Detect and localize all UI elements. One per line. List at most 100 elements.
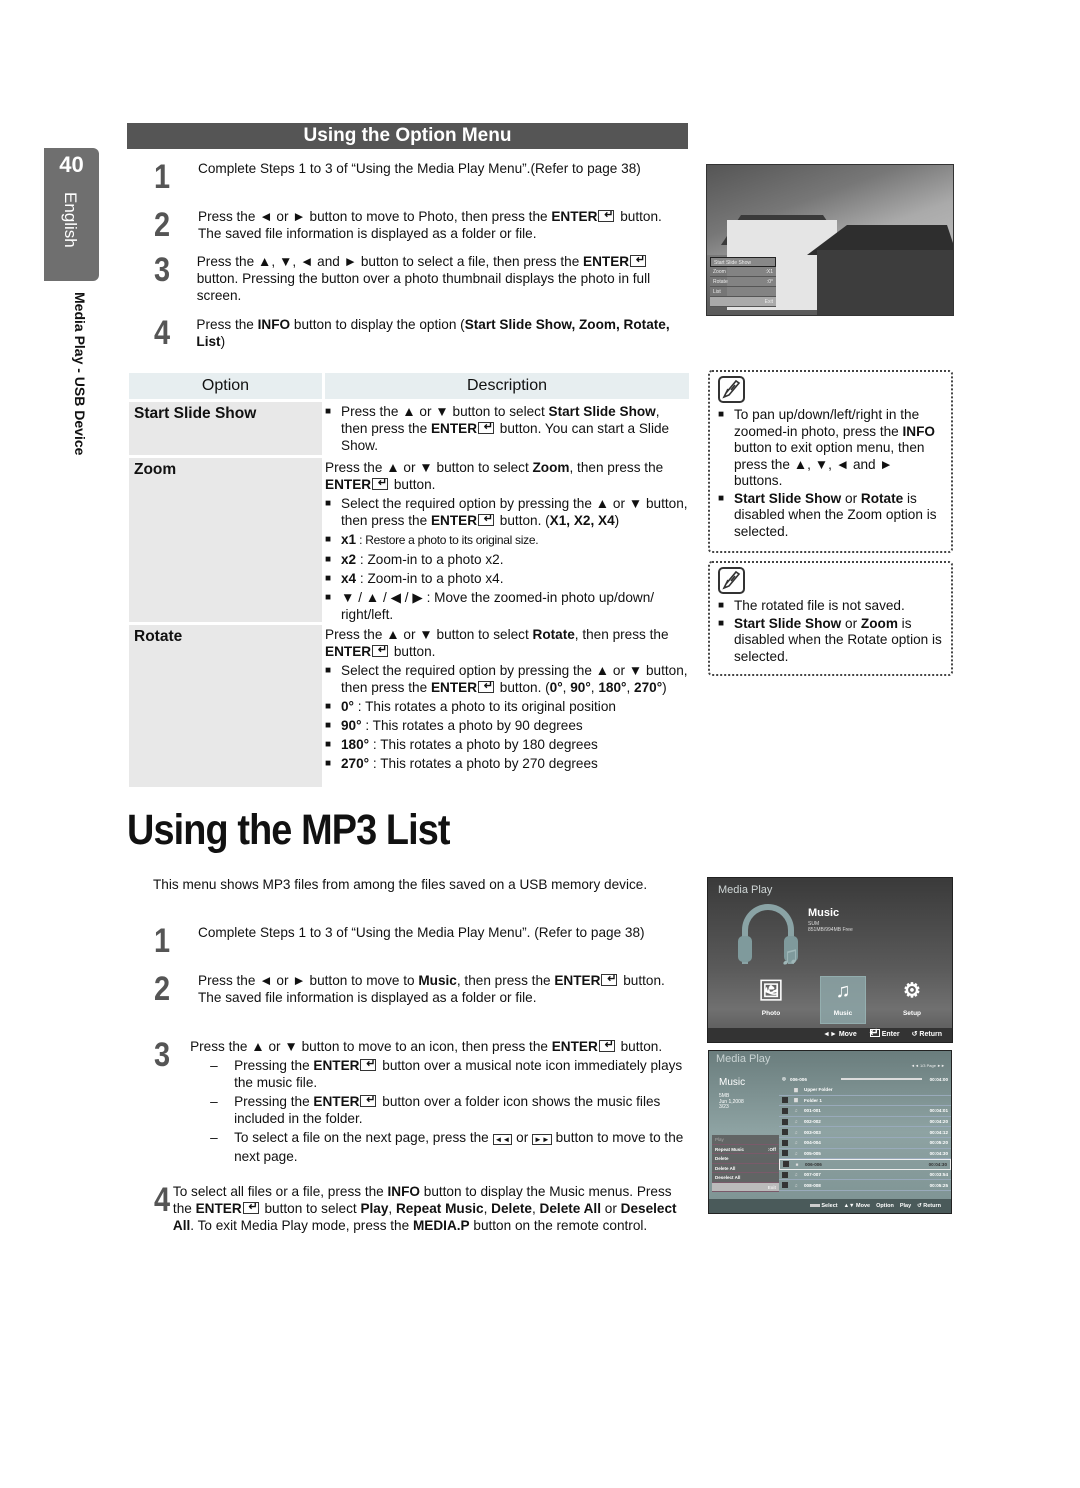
category-heading: Music [719, 1077, 746, 1088]
checkbox[interactable] [782, 1150, 788, 1157]
option-table: Option Description Start Slide Show ■ Pre… [129, 373, 689, 787]
file-row[interactable]: ♫ 005-005 00:04:30 [779, 1149, 951, 1160]
checkbox[interactable] [782, 1118, 788, 1125]
music-list-screen: Media Play ◄◄ 1/3 Page ►► Music 5MB Jun … [708, 1050, 952, 1214]
option-name: Start Slide Show [129, 402, 322, 455]
step-4: 4 Press the INFO button to display the o… [154, 316, 684, 350]
music-note-icon: ♫ [780, 940, 800, 970]
device-info: SUM 851MB/994MB Free [808, 921, 853, 933]
file-row[interactable]: ♫ 004-004 00:05:20 [779, 1138, 951, 1149]
note-pencil-icon [718, 376, 745, 403]
osd-item[interactable]: Start Slide Show [710, 257, 776, 267]
screen-title: Media Play [718, 884, 773, 896]
step-text: Press the INFO button to display the opt… [196, 317, 670, 349]
file-row[interactable]: ♫ 003-003 00:04:12 [779, 1127, 951, 1138]
option-osd-menu: Start Slide Show Zoom:X1 Rotate:0° List … [710, 257, 776, 307]
option-name: Rotate [129, 625, 322, 787]
checkbox[interactable] [782, 1139, 788, 1146]
step-number: 2 [154, 970, 171, 1008]
header-option: Option [129, 373, 322, 399]
menu-item-repeat[interactable]: Repeat Music:Off [712, 1145, 779, 1154]
select-key-icon [809, 1204, 820, 1208]
music-menu-item[interactable]: ♫ Music [820, 978, 866, 1017]
play-icon: ◎ [782, 1076, 787, 1081]
return-hint: ↺ Return [917, 1203, 941, 1209]
step-text: Press the ◄ or ► button to move to Music… [198, 971, 665, 1006]
step-1: 1 Complete Steps 1 to 3 of “Using the Me… [154, 160, 684, 194]
sub-item: – To select a file on the next page, pres… [210, 1130, 684, 1164]
osd-item[interactable]: List [710, 287, 776, 297]
screen-title: Media Play [716, 1053, 771, 1065]
table-row: Zoom Press the ▲ or ▼ button to select Z… [129, 458, 689, 622]
file-row[interactable]: ▆ Folder 1 [779, 1096, 951, 1107]
checkbox[interactable] [783, 1161, 789, 1168]
folder-icon: ▆ [794, 1086, 798, 1092]
checkbox[interactable] [782, 1107, 788, 1114]
move-hint: ◄► Move [823, 1031, 857, 1038]
language-label: English [61, 192, 80, 248]
enter-icon [242, 1199, 259, 1216]
music-note-icon: ♫ [794, 1182, 798, 1188]
file-row-selected[interactable]: ■ 006-006 00:04:30 [779, 1159, 951, 1170]
step-text: Press the ▲ or ▼ button to move to an ic… [190, 1037, 684, 1165]
page-number: 40 [59, 152, 84, 177]
file-row[interactable]: ♫ 007-007 00:03:54 [779, 1170, 951, 1181]
file-info: 5MB Jun 1,2008 3/23 [719, 1093, 744, 1110]
step-3: 3 Press the ▲, ▼, ◄ and ► button to sele… [154, 251, 684, 304]
menu-item-delete[interactable]: Delete [712, 1154, 779, 1164]
osd-exit[interactable]: Exit [710, 297, 776, 307]
header-description: Description [325, 373, 689, 399]
menu-item-delete-all[interactable]: Delete All [712, 1164, 779, 1173]
option-name: Zoom [129, 458, 322, 622]
music-note-icon: ♫ [794, 1140, 798, 1146]
sub-item: –Pressing the ENTER button over a musica… [210, 1056, 684, 1091]
menu-item-play[interactable]: Play [712, 1135, 779, 1145]
file-row[interactable]: ♫ 002-002 00:04:20 [779, 1117, 951, 1128]
intro-text: This menu shows MP3 files from among the… [153, 877, 648, 892]
enter-icon [360, 1056, 377, 1073]
side-tab: 40 English [44, 148, 99, 281]
enter-icon [478, 678, 495, 695]
file-row[interactable]: ▆ Upper Folder [779, 1085, 951, 1096]
music-note-icon: ♫ [794, 1119, 798, 1125]
step-4: 4 To select all files or a file, press t… [154, 1183, 684, 1234]
section-label: Media Play - USB Device [72, 292, 88, 456]
photo-menu-item[interactable]: 🖼 Photo [748, 978, 794, 1017]
enter-icon [478, 511, 495, 528]
music-icon: ♫ [835, 980, 851, 1002]
osd-item[interactable]: Zoom:X1 [710, 267, 776, 277]
step-text: Complete Steps 1 to 3 of “Using the Medi… [198, 161, 641, 176]
step-2: 2 Press the ◄ or ► button to move to Mus… [154, 970, 684, 1008]
option-hint: Option [876, 1203, 894, 1209]
osd-item[interactable]: Rotate:0° [710, 277, 776, 287]
checkbox[interactable] [782, 1097, 788, 1104]
step-1: 1 Complete Steps 1 to 3 of “Using the Me… [154, 924, 684, 958]
enter-icon [372, 642, 389, 659]
photo-icon: 🖼 [758, 980, 784, 1002]
return-hint: ↺ Return [911, 1031, 942, 1038]
step-number: 3 [154, 251, 171, 289]
checkbox[interactable] [782, 1171, 788, 1178]
menu-item-deselect-all[interactable]: Deselect All [712, 1173, 779, 1183]
file-list: ◎ 006-006 00:04:00 ▆ Upper Folder ▆ Folder… [779, 1073, 951, 1191]
photo-screenshot: Start Slide Show Zoom:X1 Rotate:0° List … [706, 164, 954, 316]
category-heading: Music [808, 907, 840, 919]
music-note-icon: ♫ [794, 1129, 798, 1135]
step-number: 2 [154, 206, 171, 244]
setup-menu-item[interactable]: ⚙ Setup [889, 978, 935, 1017]
note-pencil-icon [718, 567, 745, 594]
step-text: Complete Steps 1 to 3 of “Using the Medi… [198, 925, 645, 940]
gear-icon: ⚙ [903, 980, 921, 1002]
file-row[interactable]: ♫ 001-001 00:04:01 [779, 1106, 951, 1117]
checkbox[interactable] [782, 1182, 788, 1189]
file-row[interactable]: ♫ 008-008 00:05:25 [779, 1180, 951, 1191]
table-row: Rotate Press the ▲ or ▼ button to select… [129, 625, 689, 787]
music-option-menu: Play Repeat Music:Off Delete Delete All … [712, 1135, 779, 1192]
step-text: Press the ▲, ▼, ◄ and ► button to select… [197, 252, 684, 304]
table-header: Option Description [129, 373, 689, 399]
enter-icon [630, 252, 647, 269]
folder-icon: ▆ [794, 1097, 798, 1103]
menu-exit[interactable]: Exit [712, 1182, 779, 1192]
checkbox[interactable] [782, 1129, 788, 1136]
step-number: 1 [154, 158, 171, 196]
